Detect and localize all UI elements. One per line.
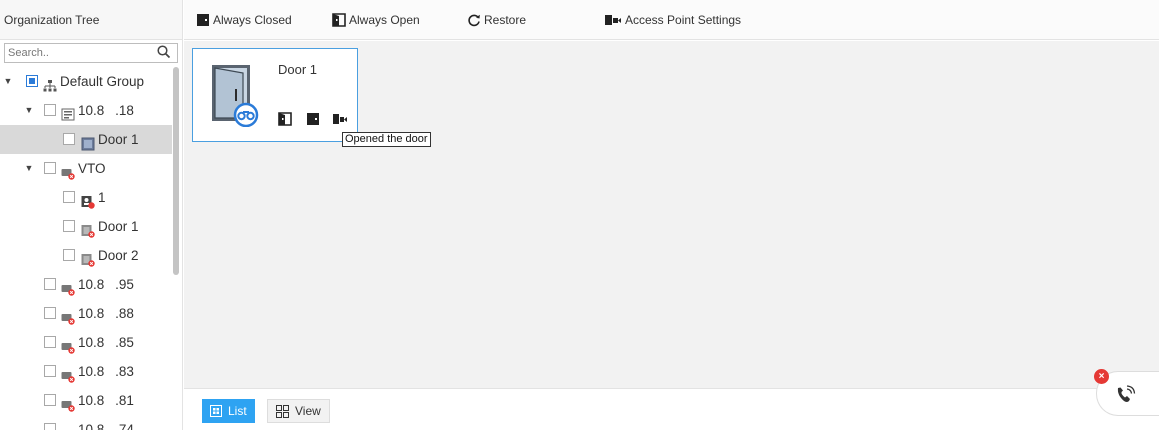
tree-node[interactable]: ▼ 10.8 .18 [0, 96, 172, 125]
access-point-settings-icon [605, 15, 621, 25]
search-icon[interactable] [157, 45, 171, 59]
tree-node[interactable]: Door 1 [0, 212, 172, 241]
tree-node[interactable]: 10.8 .74 [0, 415, 172, 430]
contact-icon [81, 190, 95, 209]
access-point-settings-label: Access Point Settings [625, 13, 742, 27]
close-door-icon[interactable] [306, 112, 320, 126]
offline-door-icon [81, 248, 95, 267]
tree-node[interactable]: ▼ VTO [0, 154, 172, 183]
tree-node-label: 1 [98, 190, 106, 205]
access-point-settings-button[interactable]: Access Point Settings [604, 0, 741, 40]
device-icon [61, 103, 75, 121]
offline-device-icon [61, 277, 75, 296]
tree-node-checkbox[interactable] [44, 336, 56, 348]
tree-node-label: 10.8 .74 [78, 422, 134, 430]
call-alert-badge: × [1094, 369, 1109, 384]
view-mode-label: View [295, 404, 321, 418]
tree-node-label: 10.8 .81 [78, 393, 134, 408]
open-door-icon[interactable] [278, 112, 292, 126]
tree-node[interactable]: 10.8 .95 [0, 270, 172, 299]
offline-device-icon [61, 364, 75, 383]
tree-node-checkbox[interactable] [26, 75, 38, 87]
always-closed-button[interactable]: Always Closed [196, 0, 292, 40]
expand-caret-icon[interactable]: ▼ [24, 96, 34, 125]
tree-node[interactable]: 10.8 .83 [0, 357, 172, 386]
tree-node[interactable]: Door 2 [0, 241, 172, 270]
always-open-label: Always Open [349, 13, 420, 27]
tree-node[interactable]: ▼ Default Group [0, 67, 172, 96]
org-icon [43, 74, 57, 92]
tree-node-checkbox[interactable] [63, 220, 75, 232]
tree-node-label: 10.8 .85 [78, 335, 134, 350]
device-tree: ▼ Default Group ▼ 10.8 .18 Door 1 ▼ VTO 1 Door 1… [0, 67, 172, 430]
list-mode-label: List [228, 404, 247, 418]
door-view-area: Door 1 [184, 41, 1159, 388]
view-mode-bar: List View [184, 388, 1159, 430]
door-icon [81, 132, 95, 151]
tree-node-checkbox[interactable] [63, 249, 75, 261]
door-closed-icon [197, 14, 209, 26]
tree-node-checkbox[interactable] [44, 162, 56, 174]
restore-icon [468, 14, 480, 27]
expand-caret-icon[interactable]: ▼ [3, 67, 13, 96]
tree-scrollbar[interactable] [173, 67, 179, 275]
phone-call-icon [1117, 385, 1136, 402]
tree-node-label: Door 1 [98, 219, 139, 234]
access-control-window: Organization Tree ▼ Default Group ▼ 10.8 .1… [0, 0, 1159, 430]
organization-tree-title: Organization Tree [0, 0, 182, 40]
tree-node[interactable]: 10.8 .85 [0, 328, 172, 357]
door-graphic-icon [212, 65, 259, 127]
tree-node-checkbox[interactable] [44, 307, 56, 319]
door-open-icon [332, 13, 346, 27]
view-grid-icon [276, 404, 289, 418]
toolbar: Always Closed Always Open Restore Access… [184, 0, 1159, 40]
tree-node[interactable]: 10.8 .88 [0, 299, 172, 328]
tree-node-checkbox[interactable] [44, 104, 56, 116]
tree-node-checkbox[interactable] [63, 191, 75, 203]
offline-device-icon [61, 393, 75, 412]
list-grid-icon [210, 405, 222, 417]
tree-node-label: 10.8 .88 [78, 306, 134, 321]
video-icon[interactable] [332, 112, 348, 126]
door-action-tooltip: Opened the door [342, 132, 431, 147]
tree-node-checkbox[interactable] [44, 394, 56, 406]
search-box [4, 43, 178, 63]
offline-device-icon [61, 306, 75, 325]
door-card-name: Door 1 [278, 62, 318, 77]
tree-node-label: VTO [78, 161, 106, 176]
list-mode-button[interactable]: List [202, 399, 255, 423]
offline-device-icon [61, 335, 75, 354]
offline-device-icon [61, 422, 75, 430]
offline-device-icon [61, 161, 75, 180]
restore-label: Restore [484, 13, 527, 27]
always-closed-label: Always Closed [213, 13, 292, 27]
restore-button[interactable]: Restore [467, 0, 526, 40]
tree-node-label: 10.8 .95 [78, 277, 134, 292]
tree-node-label: Default Group [60, 74, 145, 89]
tree-node-label: Door 1 [98, 132, 139, 147]
tree-node-checkbox[interactable] [44, 423, 56, 430]
tree-node-checkbox[interactable] [44, 365, 56, 377]
tree-node-label: 10.8 .83 [78, 364, 134, 379]
tree-node-checkbox[interactable] [63, 133, 75, 145]
search-input[interactable] [5, 44, 151, 62]
door-card[interactable]: Door 1 [192, 48, 358, 142]
tree-node[interactable]: Door 1 [0, 125, 172, 154]
tree-node-checkbox[interactable] [44, 278, 56, 290]
tree-node[interactable]: 1 [0, 183, 172, 212]
tree-node[interactable]: 10.8 .81 [0, 386, 172, 415]
organization-tree-panel: Organization Tree ▼ Default Group ▼ 10.8 .1… [0, 0, 183, 430]
expand-caret-icon[interactable]: ▼ [24, 154, 34, 183]
tree-node-label: 10.8 .18 [78, 103, 134, 118]
offline-door-icon [81, 219, 95, 238]
tree-node-label: Door 2 [98, 248, 139, 263]
always-open-button[interactable]: Always Open [332, 0, 420, 40]
view-mode-button[interactable]: View [267, 399, 330, 423]
